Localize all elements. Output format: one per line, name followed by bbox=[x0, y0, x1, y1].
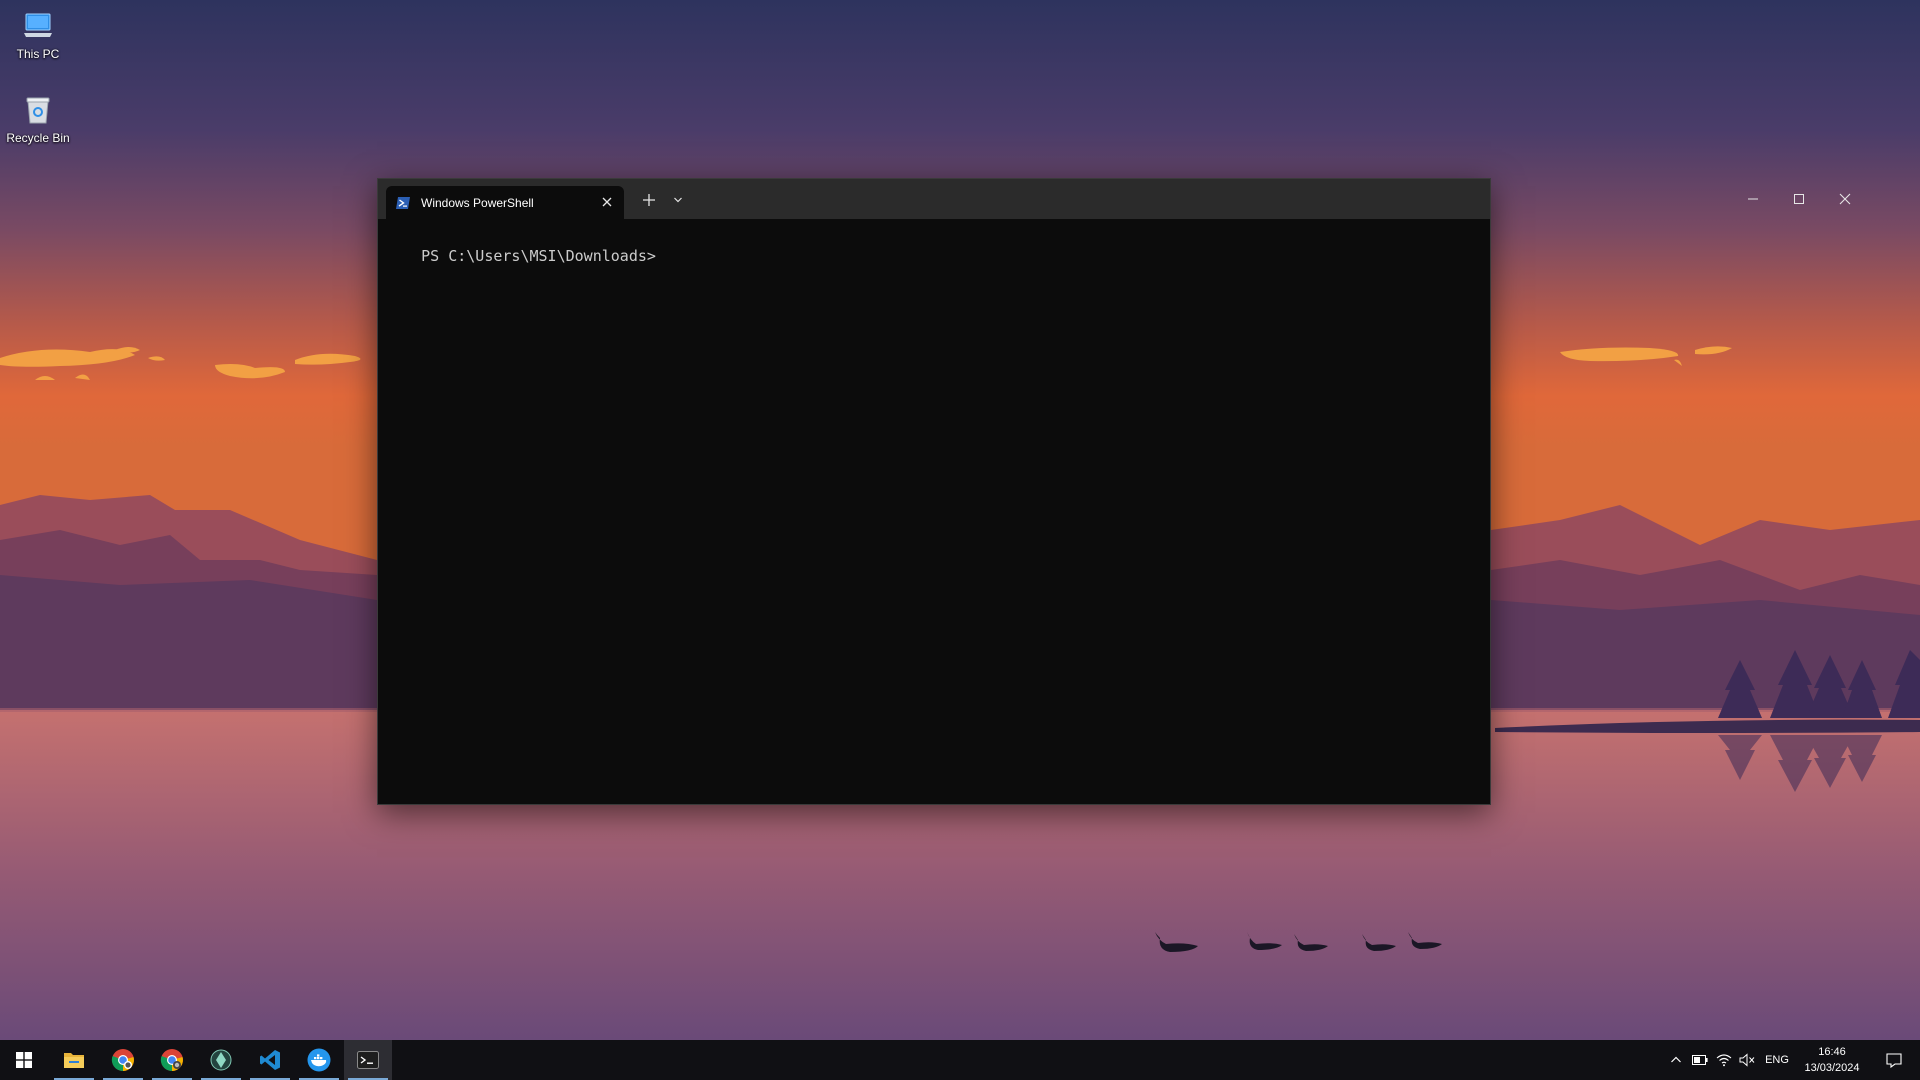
desktop-icon-recycle-bin[interactable]: Recycle Bin bbox=[0, 92, 76, 145]
taskbar-file-explorer[interactable] bbox=[50, 1040, 98, 1080]
powershell-icon bbox=[395, 195, 411, 211]
start-button[interactable] bbox=[0, 1040, 48, 1080]
this-pc-icon bbox=[20, 8, 56, 44]
desktop-icon-this-pc[interactable]: This PC bbox=[0, 8, 76, 61]
minimize-icon bbox=[1748, 198, 1758, 200]
plus-icon bbox=[643, 194, 655, 206]
vscode-icon bbox=[260, 1050, 280, 1070]
terminal-titlebar[interactable]: Windows PowerShell bbox=[378, 179, 1851, 219]
tray-overflow-button[interactable] bbox=[1664, 1040, 1688, 1080]
chrome-icon bbox=[160, 1049, 183, 1072]
minimize-button[interactable] bbox=[1730, 179, 1776, 219]
taskbar-app[interactable] bbox=[197, 1040, 245, 1080]
clock-time: 16:46 bbox=[1818, 1046, 1846, 1058]
wifi-icon bbox=[1716, 1054, 1732, 1067]
terminal-icon bbox=[357, 1051, 379, 1069]
battery-icon bbox=[1692, 1055, 1708, 1065]
file-explorer-icon bbox=[64, 1053, 84, 1068]
battery-button[interactable] bbox=[1689, 1040, 1711, 1080]
taskbar-terminal[interactable] bbox=[344, 1040, 392, 1080]
tab-dropdown-button[interactable] bbox=[668, 188, 688, 212]
network-button[interactable] bbox=[1713, 1040, 1735, 1080]
taskbar-chrome-1[interactable] bbox=[99, 1040, 147, 1080]
new-tab-button[interactable] bbox=[636, 188, 662, 212]
notification-icon bbox=[1886, 1052, 1902, 1068]
maximize-icon bbox=[1794, 194, 1804, 204]
chrome-icon bbox=[111, 1049, 134, 1072]
taskbar-vscode[interactable] bbox=[246, 1040, 294, 1080]
terminal-window[interactable]: Windows PowerShell PS C:\Users\MSI\Downl… bbox=[377, 178, 1851, 805]
notifications-button[interactable] bbox=[1874, 1040, 1914, 1080]
tab-close-icon[interactable] bbox=[600, 195, 614, 209]
windows-logo-icon bbox=[16, 1052, 32, 1068]
language-indicator[interactable]: ENG bbox=[1760, 1040, 1794, 1080]
taskbar-docker[interactable] bbox=[295, 1040, 343, 1080]
maximize-button[interactable] bbox=[1776, 179, 1822, 219]
chevron-down-icon bbox=[674, 197, 682, 203]
taskbar-chrome-2[interactable] bbox=[148, 1040, 196, 1080]
volume-button[interactable] bbox=[1736, 1040, 1758, 1080]
console-output[interactable]: PS C:\Users\MSI\Downloads> bbox=[385, 229, 656, 283]
console-prompt: PS C:\Users\MSI\Downloads> bbox=[421, 247, 656, 265]
taskbar: ENG 16:46 13/03/2024 bbox=[0, 1040, 1920, 1080]
close-icon bbox=[1839, 193, 1851, 205]
app-icon bbox=[210, 1049, 232, 1071]
tab-title: Windows PowerShell bbox=[421, 195, 534, 210]
volume-muted-icon bbox=[1739, 1053, 1755, 1067]
clock[interactable]: 16:46 13/03/2024 bbox=[1790, 1044, 1874, 1076]
clock-date: 13/03/2024 bbox=[1804, 1062, 1860, 1074]
docker-icon bbox=[307, 1048, 331, 1072]
tab-windows-powershell[interactable]: Windows PowerShell bbox=[386, 186, 624, 219]
close-window-button[interactable] bbox=[1822, 179, 1868, 219]
desktop-icon-label: Recycle Bin bbox=[6, 131, 70, 145]
desktop-icon-label: This PC bbox=[16, 47, 60, 61]
recycle-bin-icon bbox=[20, 92, 56, 128]
chevron-up-icon bbox=[1671, 1056, 1681, 1063]
